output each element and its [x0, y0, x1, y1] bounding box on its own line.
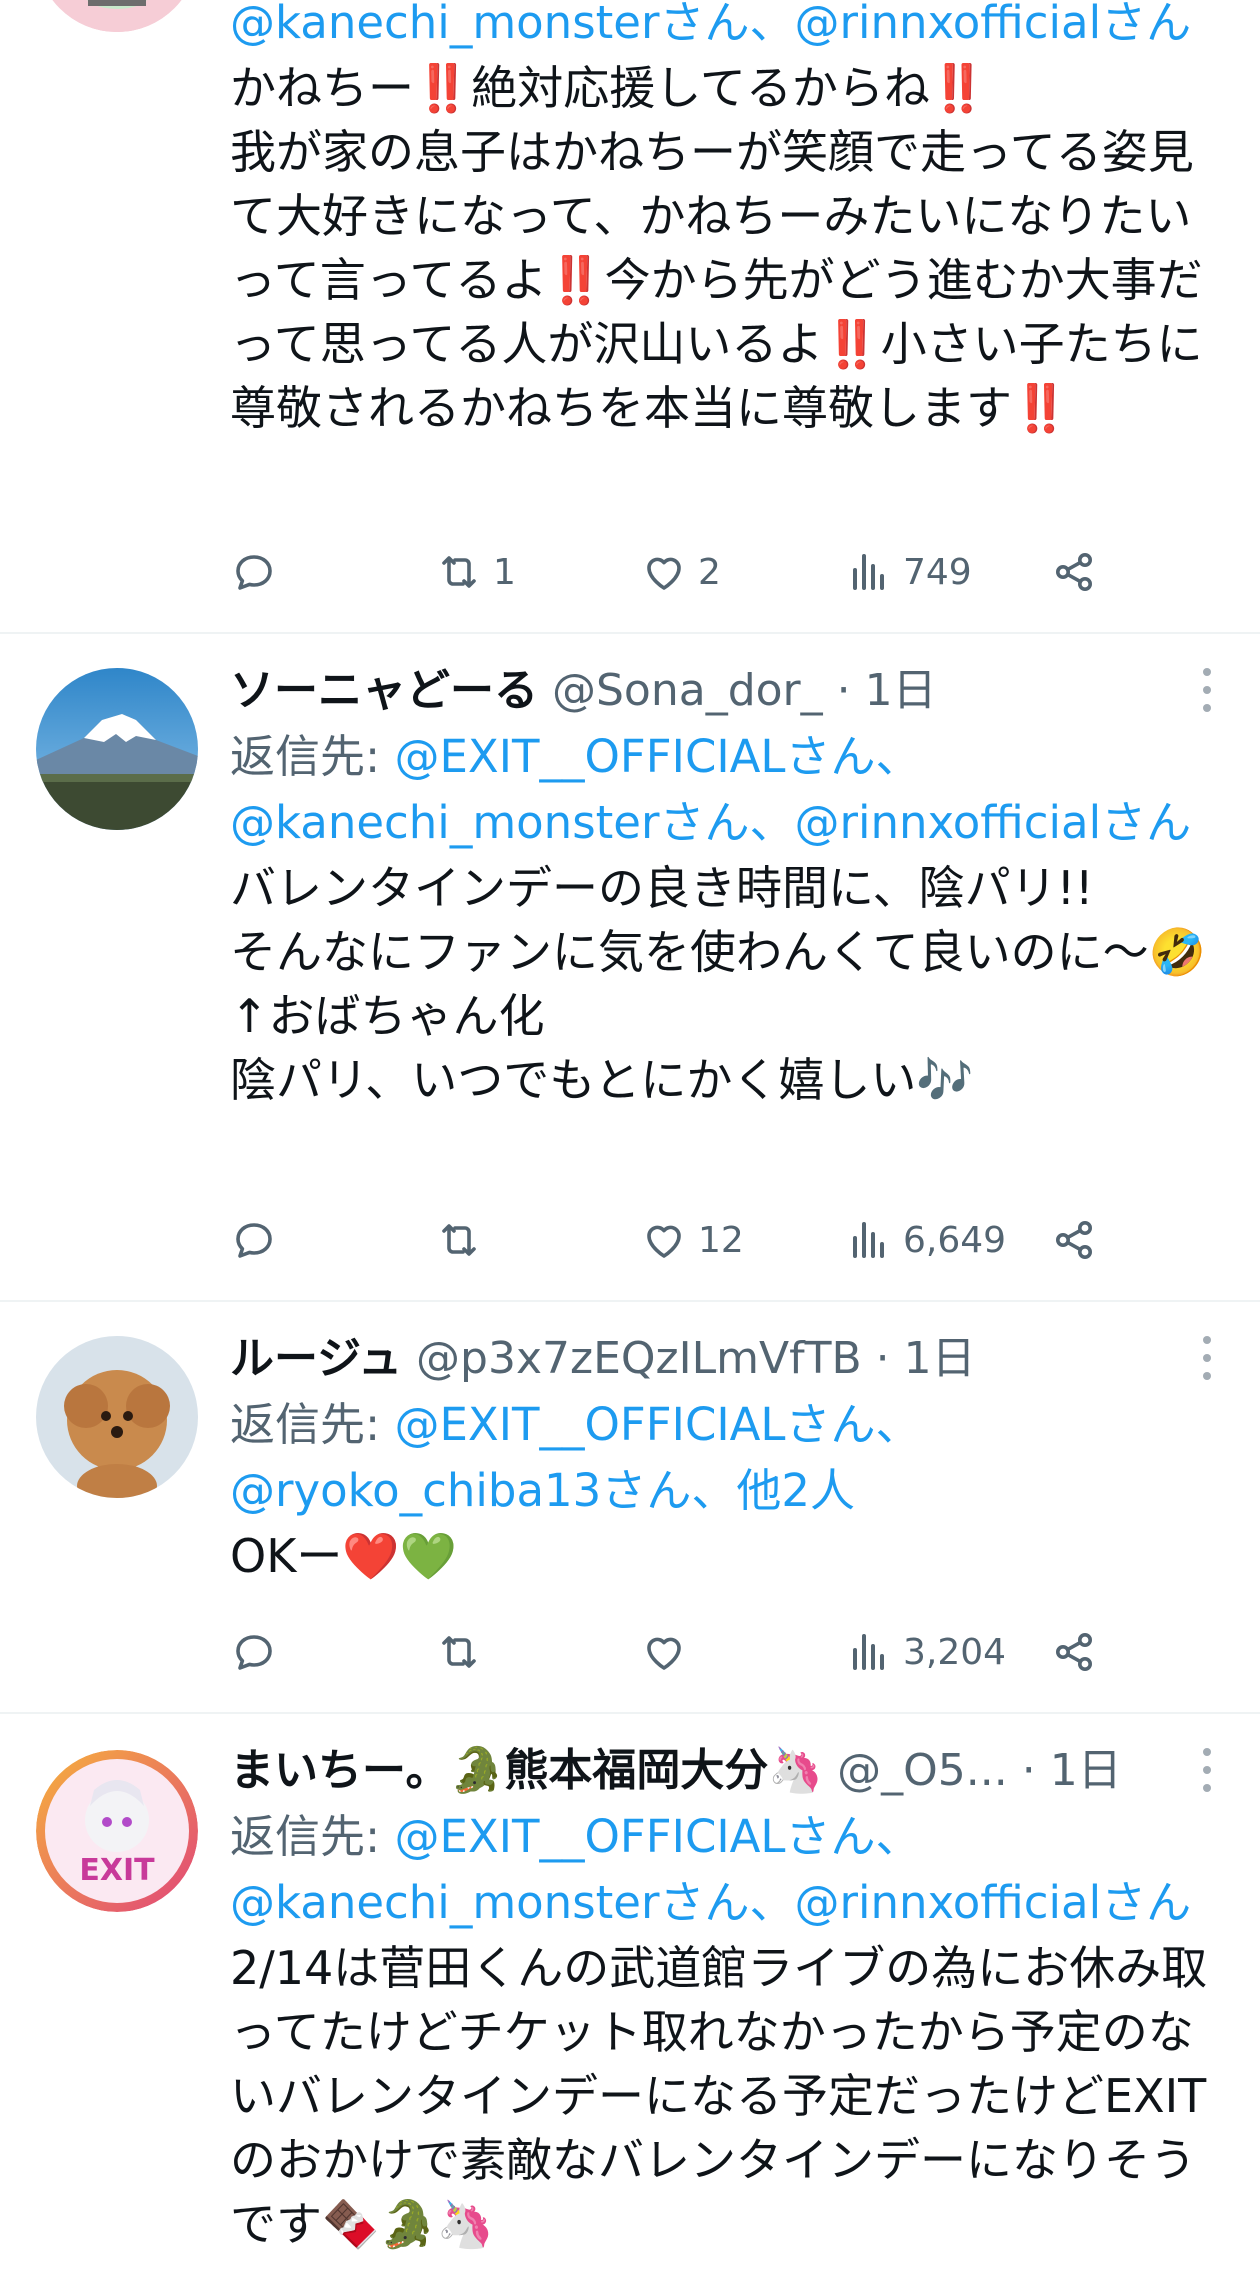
- avatar[interactable]: [36, 668, 198, 830]
- share-button[interactable]: [1050, 1210, 1098, 1270]
- avatar[interactable]: EXIT: [36, 1750, 198, 1912]
- retweet-icon: [442, 1224, 476, 1256]
- reply-to-line: @kanechi_monsterさん、@rinnxofficialさん: [230, 1870, 1220, 1936]
- like-icon: [647, 1637, 681, 1670]
- more-icon: [1192, 1748, 1222, 1792]
- share-icon: [1056, 1633, 1092, 1671]
- like-button[interactable]: [640, 1622, 698, 1682]
- separator-dot: ·: [836, 665, 851, 716]
- reply-button[interactable]: [230, 1210, 288, 1270]
- reply-to-line: 返信先: @EXIT__OFFICIALさん、: [230, 1804, 1220, 1870]
- views-count: 6,649: [903, 1219, 1007, 1261]
- timestamp[interactable]: 1日: [904, 1333, 976, 1384]
- views-count: 749: [903, 551, 972, 593]
- reply-mentions[interactable]: @kanechi_monsterさん、@rinnxofficialさん: [230, 1876, 1191, 1929]
- reply-mentions[interactable]: @kanechi_monsterさん、@rinnxofficialさん: [230, 796, 1191, 849]
- views-icon: [853, 1222, 884, 1258]
- timestamp[interactable]: 1日: [1050, 1745, 1122, 1796]
- share-button[interactable]: [1050, 1622, 1098, 1682]
- avatar[interactable]: [36, 0, 198, 32]
- reply-mentions[interactable]: @ryoko_chiba13さん、他2人: [230, 1464, 855, 1517]
- retweet-icon: [442, 556, 476, 588]
- reply-icon: [236, 1635, 272, 1670]
- like-icon: [647, 557, 681, 590]
- avatar[interactable]: [36, 1336, 198, 1498]
- tweet[interactable]: ソーニャどーる @Sona_dor_ · 1日 返信先: @EXIT__OFFI…: [0, 634, 1260, 1302]
- action-bar: 12 6,649: [230, 1210, 1150, 1270]
- share-icon: [1056, 553, 1092, 591]
- views-button[interactable]: 749: [845, 542, 972, 602]
- tweet-header: ルージュ @p3x7zEQzILmVfTB · 1日: [230, 1326, 1220, 1392]
- tweet-text: OKー❤️💚: [230, 1529, 457, 1583]
- like-button[interactable]: 2: [640, 542, 721, 602]
- tweet-text: バレンタインデーの良き時間に、陰パリ!! そんなにファンに気を使わんくて良いのに…: [230, 861, 1206, 1107]
- user-handle[interactable]: @_O5...: [837, 1745, 1008, 1796]
- views-icon: [853, 554, 884, 590]
- reply-to-line: @ryoko_chiba13さん、他2人: [230, 1458, 1220, 1524]
- more-button[interactable]: [1192, 1326, 1222, 1386]
- reply-button[interactable]: [230, 542, 288, 602]
- reply-prefix: 返信先:: [230, 1810, 395, 1863]
- like-button[interactable]: 12: [640, 1210, 744, 1270]
- retweet-button[interactable]: [435, 1210, 493, 1270]
- display-name[interactable]: ルージュ: [230, 1333, 402, 1384]
- share-icon: [1056, 1221, 1092, 1259]
- svg-text:EXIT: EXIT: [79, 1853, 155, 1888]
- more-button[interactable]: [1192, 1738, 1222, 1798]
- reply-icon: [236, 555, 272, 590]
- action-bar: 1 2 749: [230, 542, 1150, 602]
- separator-dot: ·: [1021, 1745, 1036, 1796]
- more-icon: [1192, 1336, 1222, 1380]
- retweet-icon: [442, 1636, 476, 1668]
- retweet-button[interactable]: 1: [435, 542, 516, 602]
- like-count: 12: [698, 1219, 744, 1261]
- user-handle[interactable]: @p3x7zEQzILmVfTB: [416, 1333, 862, 1384]
- reply-mentions[interactable]: @kanechi_monsterさん、@rinnxofficialさん: [230, 0, 1191, 49]
- reply-to-line: @kanechi_monsterさん、@rinnxofficialさん: [230, 790, 1220, 856]
- like-icon: [647, 1225, 681, 1258]
- reply-icon: [236, 1223, 272, 1258]
- views-button[interactable]: 3,204: [845, 1622, 1006, 1682]
- tweet-header: まいちー。🐊熊本福岡大分🦄 @_O5... · 1日: [230, 1738, 1220, 1804]
- reply-mentions[interactable]: @EXIT__OFFICIALさん、: [394, 1810, 920, 1863]
- views-icon: [853, 1634, 884, 1670]
- display-name[interactable]: ソーニャどーる: [230, 665, 538, 716]
- views-count: 3,204: [903, 1631, 1007, 1673]
- views-button[interactable]: 6,649: [845, 1210, 1006, 1270]
- timestamp[interactable]: 1日: [865, 665, 937, 716]
- share-button[interactable]: [1050, 542, 1098, 602]
- reply-to-line: @kanechi_monsterさん、@rinnxofficialさん: [230, 0, 1220, 56]
- tweet-text: かねちー‼️絶対応援してるからね‼️ 我が家の息子はかねちーが笑顔で走ってる姿見…: [230, 61, 1203, 435]
- reply-button[interactable]: [230, 1622, 288, 1682]
- reply-prefix: 返信先:: [230, 730, 395, 783]
- more-button[interactable]: [1192, 658, 1222, 718]
- tweet[interactable]: EXIT まいちー。🐊熊本福岡大分🦄 @_O5... · 1日 返信先: @EX…: [0, 1714, 1260, 2280]
- reply-mentions[interactable]: @EXIT__OFFICIALさん、: [394, 1398, 920, 1451]
- like-count: 2: [698, 551, 721, 593]
- tweet[interactable]: ルージュ @p3x7zEQzILmVfTB · 1日 返信先: @EXIT__O…: [0, 1302, 1260, 1714]
- reply-to-line: 返信先: @EXIT__OFFICIALさん、: [230, 724, 1220, 790]
- retweet-button[interactable]: [435, 1622, 493, 1682]
- retweet-count: 1: [493, 551, 516, 593]
- reply-prefix: 返信先:: [230, 1398, 395, 1451]
- tweet-text: 2/14は菅田くんの武道館ライブの為にお休み取ってたけどチケット取れなかったから…: [230, 1941, 1208, 2251]
- reply-to-line: 返信先: @EXIT__OFFICIALさん、: [230, 1392, 1220, 1458]
- reply-mentions[interactable]: @EXIT__OFFICIALさん、: [394, 730, 920, 783]
- tweet[interactable]: @kanechi_monsterさん、@rinnxofficialさん かねちー…: [0, 0, 1260, 634]
- more-icon: [1192, 668, 1222, 712]
- display-name[interactable]: まいちー。🐊熊本福岡大分🦄: [230, 1745, 823, 1796]
- action-bar: 3,204: [230, 1622, 1150, 1682]
- user-handle[interactable]: @Sona_dor_: [552, 665, 823, 716]
- tweet-header: ソーニャどーる @Sona_dor_ · 1日: [230, 658, 1220, 724]
- separator-dot: ·: [875, 1333, 890, 1384]
